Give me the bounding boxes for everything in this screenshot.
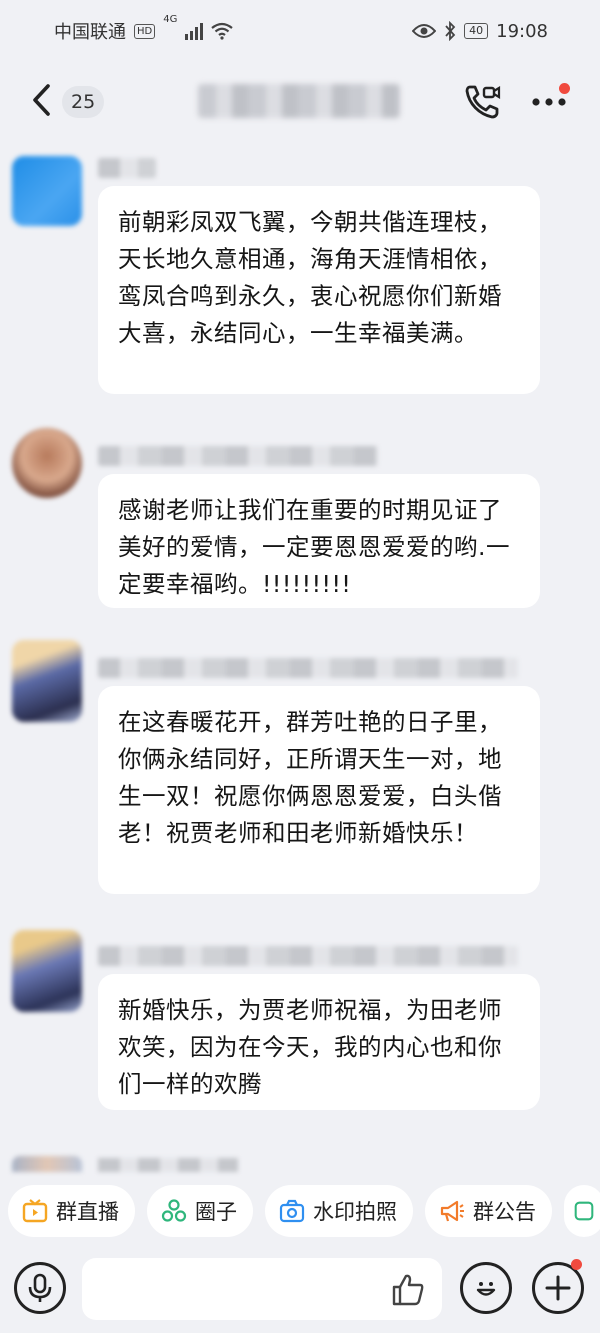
sender-name-blurred: [98, 658, 518, 678]
carrier-label: 中国联通: [54, 22, 126, 43]
input-bar: [0, 1250, 600, 1333]
avatar[interactable]: [12, 156, 82, 226]
phone-video-call-icon[interactable]: [464, 82, 502, 120]
megaphone-icon: [440, 1200, 464, 1222]
watermark-camera-button[interactable]: 水印拍照: [265, 1185, 413, 1237]
wifi-icon: [211, 22, 234, 40]
status-bar: 中国联通 HD 4G 40 19:08: [0, 0, 600, 62]
app-icon: [574, 1201, 594, 1221]
clock: 19:08: [496, 20, 548, 42]
sender-name-blurred: [98, 446, 378, 466]
avatar[interactable]: [12, 640, 82, 722]
message-input[interactable]: [82, 1258, 442, 1320]
battery-icon: 40: [464, 23, 489, 39]
chip-label: 水印拍照: [313, 1200, 397, 1224]
unread-count-badge[interactable]: 25: [62, 86, 105, 118]
network-type: 4G: [163, 14, 178, 25]
tv-icon: [22, 1199, 48, 1223]
status-left: 中国联通 HD 4G: [54, 14, 234, 44]
sender-name-blurred: [98, 158, 156, 178]
notification-dot: [559, 83, 570, 94]
thumbs-up-icon[interactable]: [390, 1272, 426, 1308]
camera-icon: [279, 1199, 305, 1223]
chip-label: 群公告: [473, 1200, 536, 1224]
avatar[interactable]: [12, 428, 82, 498]
bluetooth-icon: [445, 21, 456, 41]
more-actions-chip[interactable]: [564, 1185, 600, 1237]
notification-dot: [571, 1259, 582, 1270]
hd-badge: HD: [134, 23, 156, 39]
sender-name-blurred: [98, 946, 518, 966]
chat-header: 25: [0, 62, 600, 140]
avatar[interactable]: [12, 1156, 82, 1172]
group-announcement-button[interactable]: 群公告: [425, 1185, 552, 1237]
chip-label: 群直播: [56, 1200, 119, 1224]
message-bubble[interactable]: 在这春暖花开，群芳吐艳的日子里，你俩永结同好，正所谓天生一对，地生一双！祝愿你俩…: [98, 686, 540, 894]
eye-icon: [412, 24, 437, 38]
add-more-button[interactable]: [532, 1259, 584, 1314]
message-bubble[interactable]: 新婚快乐，为贾老师祝福，为田老师欢笑，因为在今天，我的内心也和你们一样的欢腾: [98, 974, 540, 1110]
circles-icon: [161, 1199, 187, 1222]
more-options-button[interactable]: [528, 83, 572, 118]
emoji-button[interactable]: [460, 1262, 512, 1314]
group-title-blurred[interactable]: [198, 84, 400, 118]
avatar[interactable]: [12, 930, 82, 1012]
back-arrow-icon[interactable]: [26, 80, 60, 120]
message-bubble[interactable]: 前朝彩凤双飞翼，今朝共偕连理枝，天长地久意相通，海角天涯情相依，鸾凤合鸣到永久，…: [98, 186, 540, 394]
voice-button[interactable]: [14, 1262, 66, 1314]
plus-icon: [545, 1275, 571, 1301]
status-right: 40 19:08: [412, 21, 548, 42]
quick-action-bar[interactable]: 群直播 圈子 水印拍照 群公告: [0, 1182, 600, 1240]
message-bubble[interactable]: 感谢老师让我们在重要的时期见证了美好的爱情，一定要恩恩爱爱的哟.一定要幸福哟。!…: [98, 474, 540, 608]
group-live-button[interactable]: 群直播: [8, 1185, 135, 1237]
microphone-icon: [28, 1273, 52, 1302]
chip-label: 圈子: [195, 1200, 237, 1224]
circle-button[interactable]: 圈子: [147, 1185, 253, 1237]
sender-name-blurred: [98, 1158, 238, 1172]
signal-icon: [185, 22, 204, 40]
smiley-icon: [476, 1282, 496, 1296]
